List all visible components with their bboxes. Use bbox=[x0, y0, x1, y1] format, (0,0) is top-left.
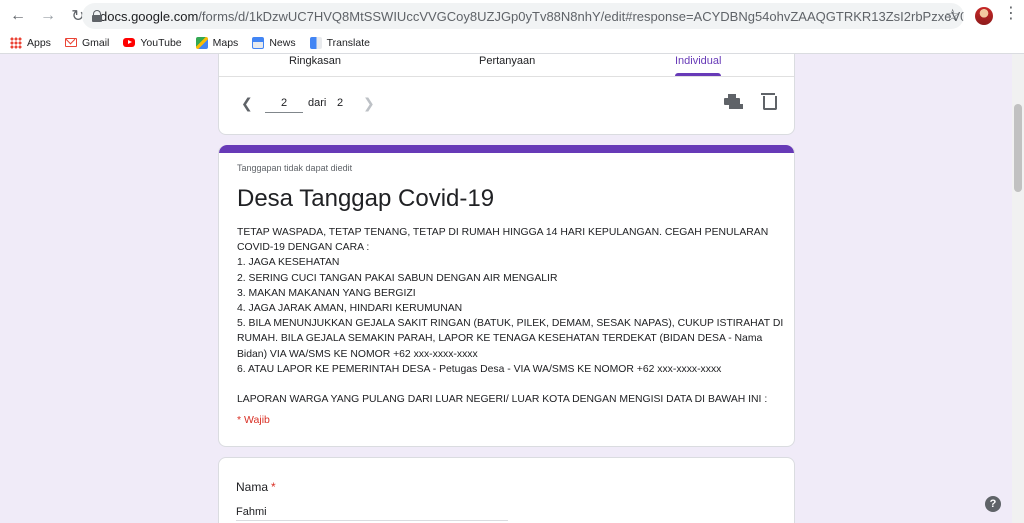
description-line: 1. JAGA KESEHATAN bbox=[237, 257, 340, 269]
scrollbar-thumb[interactable] bbox=[1014, 104, 1022, 192]
url-path: /forms/d/1kDzwUC7HVQ8MtSSWIUccVVGCoy8UZJ… bbox=[198, 8, 964, 24]
bookmark-maps[interactable]: Maps bbox=[195, 36, 239, 49]
bookmark-translate[interactable]: Translate bbox=[309, 36, 370, 49]
bookmark-label: Translate bbox=[326, 36, 370, 49]
forward-arrow-icon[interactable]: → bbox=[36, 4, 60, 28]
answer-underline bbox=[236, 520, 508, 521]
description-line bbox=[237, 377, 777, 392]
response-tabs: Ringkasan Pertanyaan Individual bbox=[219, 54, 794, 77]
maps-icon bbox=[195, 36, 208, 49]
kebab-menu-icon[interactable]: ⋮ bbox=[1003, 6, 1019, 22]
description-line: 2. SERING CUCI TANGAN PAKAI SABUN DENGAN… bbox=[237, 272, 558, 284]
apps-grid-icon bbox=[10, 36, 22, 49]
description-line: Bidan) VIA WA/SMS KE NOMOR +62 xxx-xxxx-… bbox=[237, 348, 478, 360]
not-editable-note: Tanggapan tidak dapat diedit bbox=[237, 163, 353, 173]
bookmark-label: News bbox=[269, 36, 296, 49]
description-line: 6. ATAU LAPOR KE PEMERINTAH DESA - Petug… bbox=[237, 363, 722, 375]
address-bar[interactable]: docs.google.com/forms/d/1kDzwUC7HVQ8MtSS… bbox=[82, 3, 964, 29]
question-label: Nama * bbox=[236, 480, 276, 494]
tab-questions[interactable]: Pertanyaan bbox=[479, 55, 535, 67]
form-header-card: Tanggapan tidak dapat diedit Desa Tangga… bbox=[218, 145, 795, 447]
responses-nav-card: Ringkasan Pertanyaan Individual ❮ dari 2… bbox=[218, 54, 795, 135]
browser-toolbar: ← → ↻ docs.google.com/forms/d/1kDzwUC7HV… bbox=[0, 0, 1024, 32]
chevron-left-icon[interactable]: ❮ bbox=[241, 95, 253, 112]
youtube-icon bbox=[123, 38, 136, 47]
bookmark-youtube[interactable]: YouTube bbox=[123, 36, 182, 49]
question-title: Nama bbox=[236, 480, 269, 494]
active-tab-indicator bbox=[675, 73, 721, 76]
pager-of-label: dari bbox=[308, 97, 327, 109]
form-description: TETAP WASPADA, TETAP TENANG, TETAP DI RU… bbox=[237, 225, 784, 407]
answer-value: Fahmi bbox=[236, 506, 267, 518]
print-icon[interactable] bbox=[724, 94, 740, 108]
question-card: Nama * Fahmi bbox=[218, 457, 795, 523]
gmail-icon bbox=[64, 38, 77, 47]
bookmark-label: Apps bbox=[27, 36, 51, 49]
profile-avatar[interactable] bbox=[975, 7, 993, 25]
tab-summary[interactable]: Ringkasan bbox=[289, 55, 341, 67]
back-arrow-icon[interactable]: ← bbox=[6, 4, 30, 28]
accent-bar bbox=[219, 145, 794, 153]
description-line: 5. BILA MENUNJUKKAN GEJALA SAKIT RINGAN … bbox=[237, 318, 784, 330]
chevron-right-icon[interactable]: ❯ bbox=[363, 95, 375, 112]
required-asterisk: * bbox=[271, 480, 276, 494]
response-pager: ❮ dari 2 ❯ bbox=[219, 81, 794, 131]
bookmarks-bar: Apps Gmail YouTube Maps News Translate bbox=[0, 32, 1024, 54]
translate-icon bbox=[309, 36, 322, 49]
bookmark-label: Maps bbox=[212, 36, 239, 49]
trash-icon[interactable] bbox=[761, 93, 777, 110]
news-icon bbox=[252, 36, 265, 49]
response-number-input[interactable] bbox=[265, 93, 303, 113]
description-line: LAPORAN WARGA YANG PULANG DARI LUAR NEGE… bbox=[237, 394, 768, 406]
required-note: * Wajib bbox=[237, 414, 270, 426]
form-title: Desa Tanggap Covid-19 bbox=[237, 185, 495, 212]
page-scrollbar[interactable] bbox=[1012, 54, 1024, 523]
tab-individual[interactable]: Individual bbox=[675, 55, 721, 67]
bookmark-news[interactable]: News bbox=[252, 36, 296, 49]
pager-total: 2 bbox=[337, 97, 344, 109]
description-line: 3. MAKAN MAKANAN YANG BERGIZI bbox=[237, 287, 416, 299]
description-line: RUMAH. BILA GEJALA SEMAKIN PARAH, LAPOR … bbox=[237, 333, 763, 345]
forms-page: Ringkasan Pertanyaan Individual ❮ dari 2… bbox=[0, 54, 1012, 523]
help-icon[interactable]: ? bbox=[985, 496, 1001, 512]
description-line: COVID-19 DENGAN CARA : bbox=[237, 242, 370, 254]
bookmark-label: Gmail bbox=[81, 36, 110, 49]
description-line: TETAP WASPADA, TETAP TENANG, TETAP DI RU… bbox=[237, 227, 769, 238]
url-domain: docs.google.com bbox=[100, 8, 199, 24]
bookmark-label: YouTube bbox=[140, 36, 182, 49]
description-line: 4. JAGA JARAK AMAN, HINDARI KERUMUNAN bbox=[237, 303, 463, 315]
bookmark-apps[interactable]: Apps bbox=[10, 36, 51, 49]
bookmark-gmail[interactable]: Gmail bbox=[64, 36, 110, 49]
bookmark-star-icon[interactable]: ☆ bbox=[945, 6, 960, 26]
